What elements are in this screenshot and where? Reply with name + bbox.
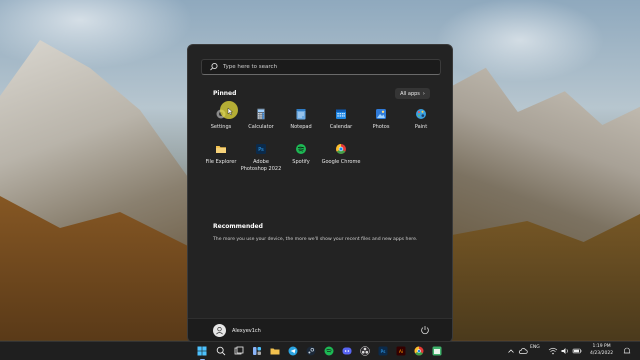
battery-icon[interactable] — [572, 346, 582, 356]
chrome-icon — [336, 144, 346, 154]
app-label: File Explorer — [205, 159, 237, 165]
app-label: Spotify — [292, 159, 310, 165]
chevron-right-icon: › — [422, 90, 425, 97]
language-indicator[interactable]: ENG — [530, 345, 540, 350]
app-label: Calculator — [248, 124, 274, 130]
pinned-app-calendar[interactable]: Calendar — [320, 105, 362, 141]
photos-icon — [376, 109, 386, 119]
user-name: Alexyev1ch — [232, 327, 261, 334]
discord-icon[interactable] — [342, 346, 352, 356]
pinned-app-photoshop[interactable]: Ps Adobe Photoshop 2022 — [240, 140, 282, 176]
photoshop-icon: Ps — [256, 144, 266, 154]
file-explorer-icon[interactable] — [270, 346, 280, 356]
app-label: Notepad — [290, 124, 312, 130]
start-search-box[interactable] — [201, 59, 441, 75]
all-apps-label: All apps — [400, 90, 420, 97]
photoshop-icon[interactable]: Ps — [378, 346, 388, 356]
telegram-icon[interactable] — [288, 346, 298, 356]
svg-text:Ps: Ps — [381, 349, 387, 355]
volume-icon[interactable] — [560, 346, 570, 356]
folder-icon — [216, 146, 226, 153]
recommended-text: The more you use your device, the more w… — [213, 237, 418, 242]
user-account-button[interactable]: Alexyev1ch — [213, 324, 261, 337]
chevron-up-icon[interactable] — [506, 346, 516, 356]
search-icon — [210, 62, 218, 71]
chrome-icon[interactable] — [414, 346, 424, 356]
calendar-icon — [336, 109, 346, 119]
search-input[interactable] — [223, 64, 423, 70]
avatar — [213, 324, 226, 337]
pinned-app-photos[interactable]: Photos — [360, 105, 402, 141]
svg-text:Ai: Ai — [399, 349, 403, 355]
cloud-icon[interactable] — [518, 346, 528, 356]
pinned-app-chrome[interactable]: Google Chrome — [320, 140, 362, 176]
task-view-icon[interactable] — [234, 346, 244, 356]
user-icon — [216, 326, 223, 335]
clock-time: 1:19 PM — [592, 344, 611, 349]
start-menu-footer: Alexyev1ch — [188, 318, 452, 342]
svg-text:Ps: Ps — [258, 147, 264, 153]
notepad-icon — [296, 109, 306, 120]
pinned-app-file-explorer[interactable]: File Explorer — [200, 140, 242, 176]
widgets-icon[interactable] — [252, 346, 262, 356]
clock-date: 4/23/2022 — [590, 350, 614, 356]
app-label: Adobe Photoshop 2022 — [240, 159, 282, 172]
pinned-app-calculator[interactable]: Calculator — [240, 105, 282, 141]
search-icon[interactable] — [216, 346, 226, 356]
all-apps-button[interactable]: All apps › — [395, 88, 430, 99]
calculator-icon — [257, 108, 265, 120]
calendar-app-icon[interactable] — [432, 346, 442, 356]
app-label: Settings — [210, 124, 232, 130]
windows-start-icon[interactable] — [197, 346, 207, 356]
illustrator-icon[interactable]: Ai — [396, 346, 406, 356]
obs-icon[interactable] — [360, 346, 370, 356]
cursor-highlight — [220, 101, 238, 119]
pinned-app-paint[interactable]: Paint — [400, 105, 442, 141]
recommended-title: Recommended — [213, 223, 263, 230]
app-label: Photos — [372, 124, 390, 130]
spotify-icon — [296, 144, 306, 154]
pinned-app-spotify[interactable]: Spotify — [280, 140, 322, 176]
notification-icon[interactable] — [622, 346, 632, 356]
power-icon[interactable] — [420, 325, 430, 335]
pinned-title: Pinned — [213, 90, 237, 97]
steam-icon[interactable] — [306, 346, 316, 356]
pinned-app-notepad[interactable]: Notepad — [280, 105, 322, 141]
paint-icon — [416, 109, 426, 119]
start-menu: Pinned All apps › Settings Calculator No… — [187, 44, 453, 343]
clock[interactable]: 1:19 PM 4/23/2022 — [590, 344, 613, 357]
spotify-icon[interactable] — [324, 346, 334, 356]
app-label: Calendar — [329, 124, 353, 130]
taskbar: Ps Ai ENG 1:19 PM 4/23/2022 — [0, 341, 640, 360]
mouse-pointer-icon — [227, 107, 234, 116]
app-label: Paint — [414, 124, 428, 130]
app-label: Google Chrome — [321, 159, 361, 165]
wifi-icon[interactable] — [548, 346, 558, 356]
